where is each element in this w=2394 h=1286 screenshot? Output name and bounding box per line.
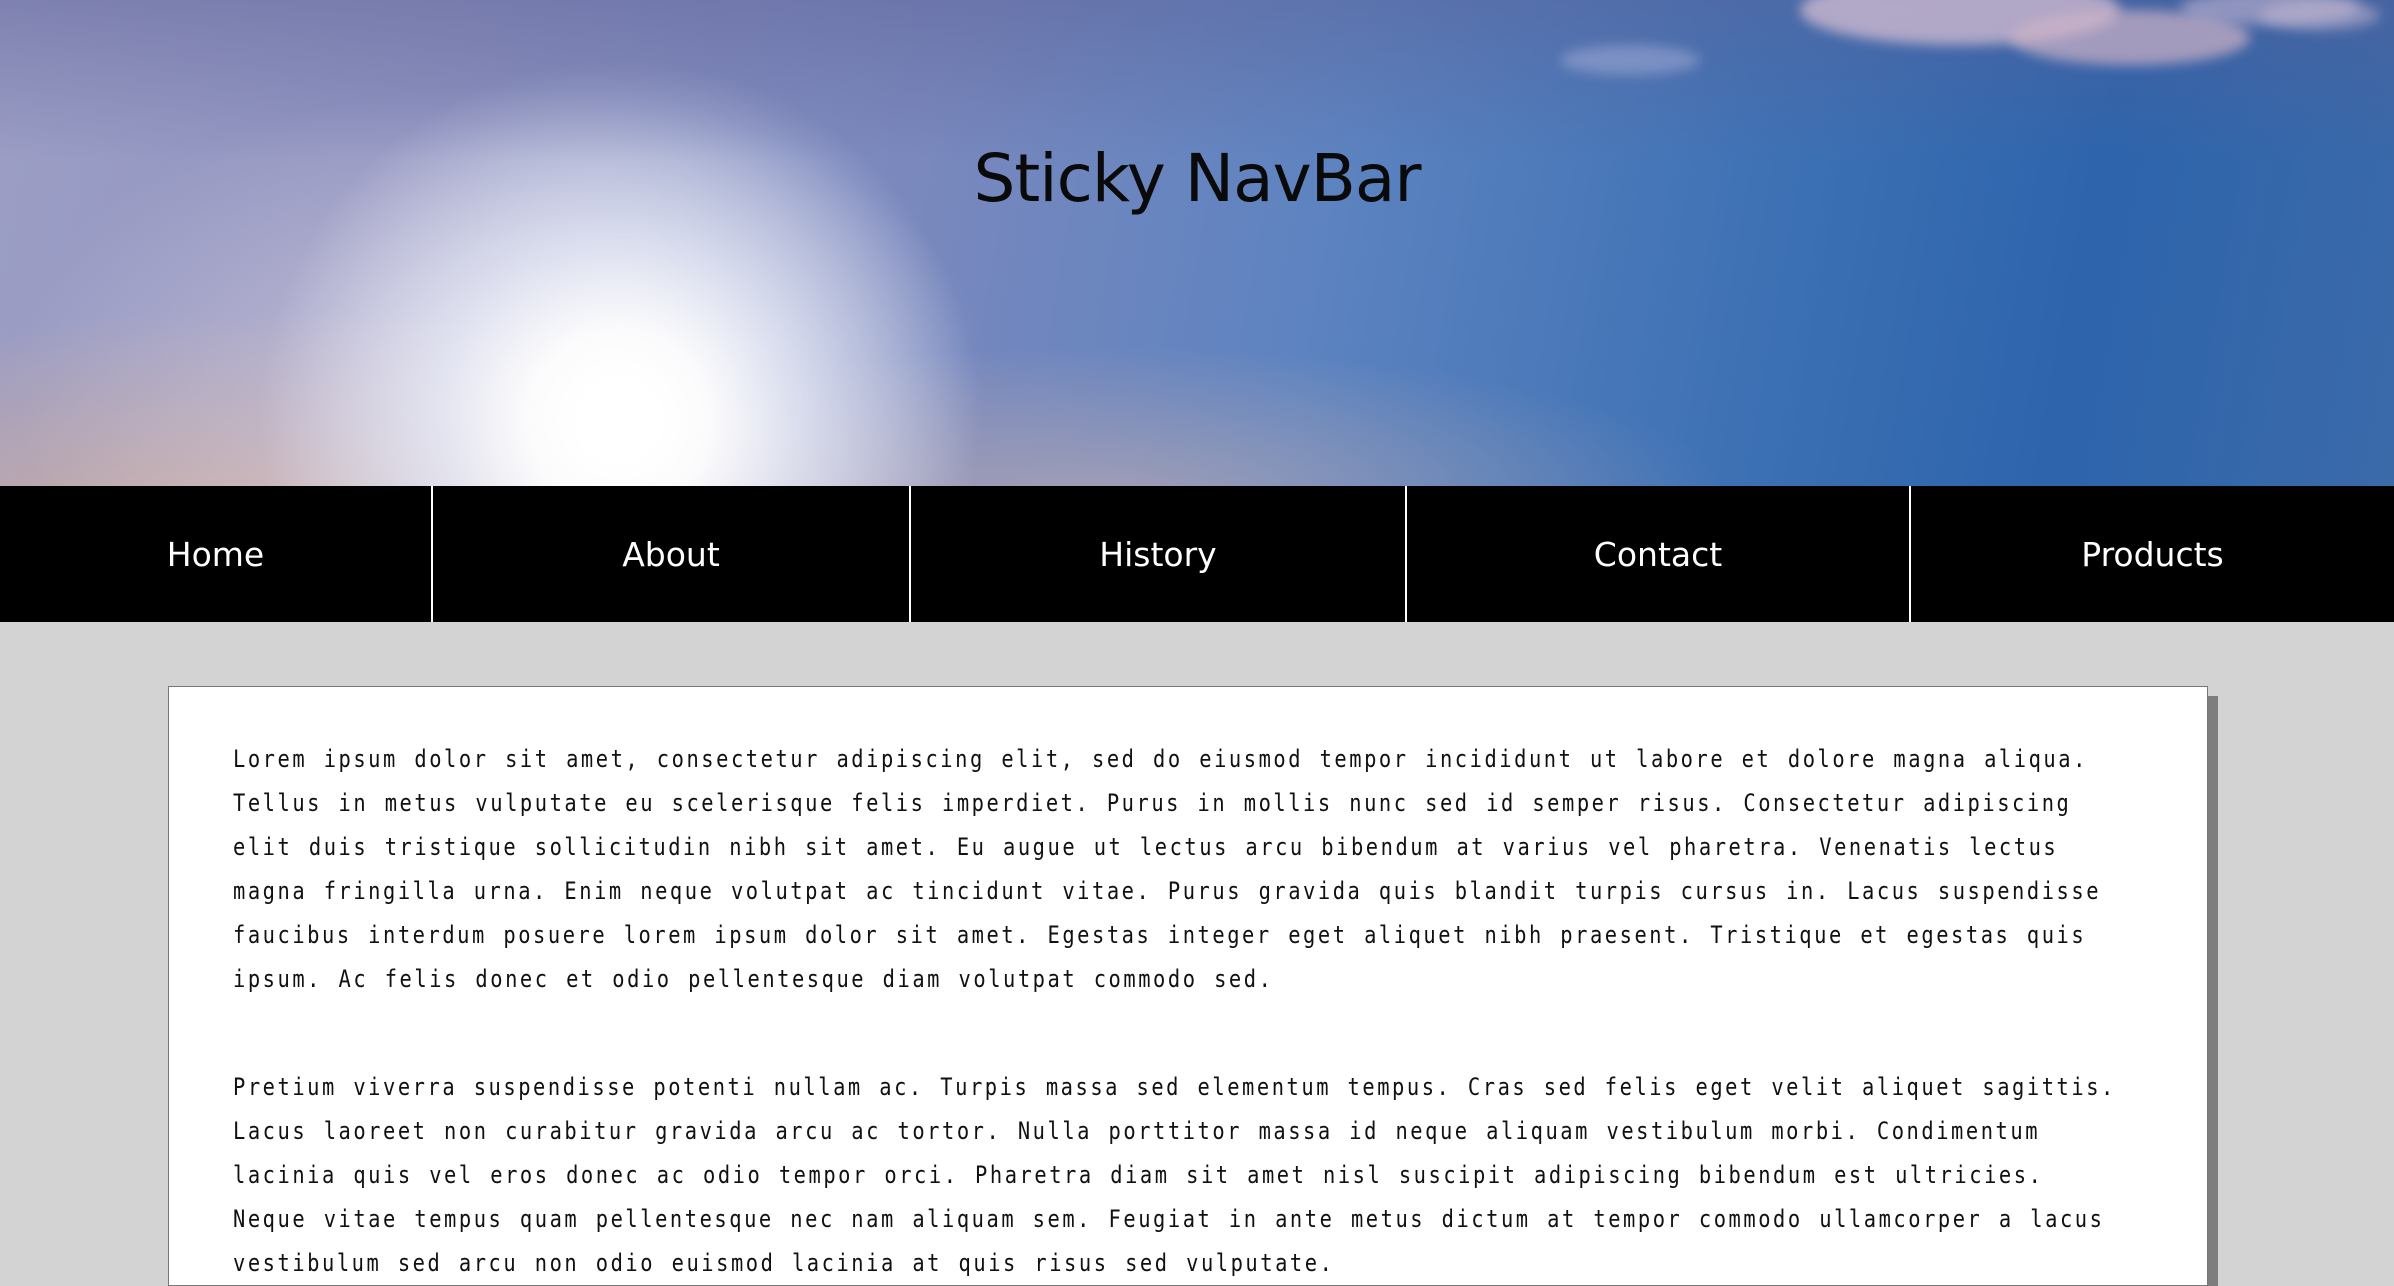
cloud-image [2260,0,2380,30]
nav-item-contact[interactable]: Contact [1405,486,1909,622]
cloud-image [1560,45,1700,75]
content-paragraph: Lorem ipsum dolor sit amet, consectetur … [233,745,2102,993]
nav-item-products[interactable]: Products [1909,486,2394,622]
nav-item-home[interactable]: Home [0,486,431,622]
nav-item-history[interactable]: History [909,486,1405,622]
content-card: Lorem ipsum dolor sit amet, consectetur … [168,686,2208,1286]
sticky-navbar: Home About History Contact Products [0,486,2394,622]
content-paragraph: Pretium viverra suspendisse potenti null… [233,1073,2116,1277]
nav-item-about[interactable]: About [431,486,909,622]
page-title: Sticky NavBar [973,140,1421,217]
hero-banner: Sticky NavBar [0,0,2394,486]
